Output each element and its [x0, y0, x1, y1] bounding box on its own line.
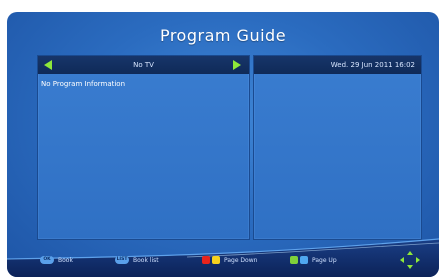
current-datetime: Wed. 29 Jun 2011 16:02: [330, 61, 415, 69]
book-list-label: Book list: [133, 256, 159, 264]
page-up-label: Page Up: [312, 256, 337, 264]
channel-header: No TV: [38, 56, 249, 74]
page-down-label: Page Down: [224, 256, 258, 264]
dpad-navigation-icon[interactable]: [399, 250, 421, 270]
page-up-key[interactable]: Page Up: [290, 253, 337, 267]
red-key-icon: [202, 256, 210, 264]
channel-name: No TV: [133, 61, 154, 69]
tv-screen: Program Guide No TV No Program Informati…: [7, 12, 439, 277]
ok-book-label: Book: [58, 256, 73, 264]
book-list-key[interactable]: LIST Book list: [115, 253, 159, 267]
page-down-key[interactable]: Page Down: [202, 253, 257, 267]
yellow-key-icon: [212, 256, 220, 264]
datetime-header: Wed. 29 Jun 2011 16:02: [254, 56, 421, 74]
no-program-message: No Program Information: [41, 80, 126, 88]
page-title: Program Guide: [159, 26, 287, 45]
arrow-right-icon[interactable]: [233, 60, 241, 70]
program-detail-panel: Wed. 29 Jun 2011 16:02: [253, 55, 422, 240]
list-key-icon: LIST: [115, 256, 129, 264]
program-list-panel: No TV No Program Information: [37, 55, 250, 240]
blue-key-icon: [300, 256, 308, 264]
green-key-icon: [290, 256, 298, 264]
ok-key-icon: OK: [40, 256, 54, 264]
key-legend: OK Book LIST Book list Page Down Page Up: [7, 250, 439, 270]
ok-book-key[interactable]: OK Book: [40, 253, 73, 267]
